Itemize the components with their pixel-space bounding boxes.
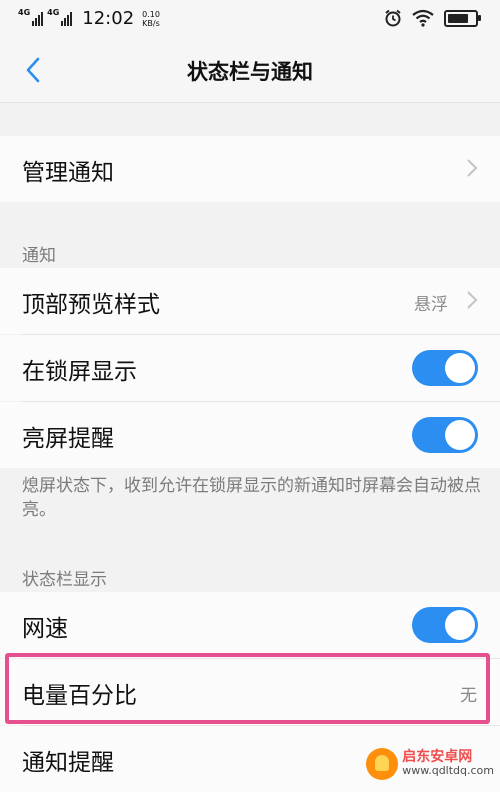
toggle-knob (445, 353, 475, 383)
watermark: 启东安卓网 www.qdltdq.com (366, 748, 494, 780)
battery-percentage-row[interactable]: 电量百分比 无 (0, 659, 500, 725)
wake-screen-row[interactable]: 亮屏提醒 (0, 402, 500, 468)
network-speed-unit: KB/s (142, 18, 160, 28)
battery-fill (448, 13, 468, 23)
wake-screen-note: 熄屏状态下，收到允许在锁屏显示的新通知时屏幕会自动被点亮。 (22, 476, 481, 520)
clock: 12:02 (82, 8, 135, 29)
toggle-knob (445, 610, 475, 640)
lockscreen-row[interactable]: 在锁屏显示 (0, 335, 500, 401)
signal-icon-2 (61, 11, 73, 26)
watermark-text: 启东安卓网 www.qdltdq.com (402, 750, 494, 778)
watermark-title: 启东安卓网 (402, 749, 473, 765)
lockscreen-toggle[interactable] (412, 350, 478, 386)
preview-style-value: 悬浮 (414, 295, 448, 315)
network-speed-row[interactable]: 网速 (0, 592, 500, 658)
battery-percentage-label: 电量百分比 (22, 683, 137, 709)
network-speed-toggle[interactable] (412, 607, 478, 643)
network-speed-value: 0.10 (142, 9, 160, 19)
network-speed: 0.10 KB/s (142, 10, 160, 28)
alarm-icon (385, 9, 401, 27)
preview-style-label: 顶部预览样式 (22, 292, 160, 318)
wake-screen-label: 亮屏提醒 (22, 426, 114, 452)
status-bar: 4G 4G 12:02 0.10 KB/s (0, 0, 500, 38)
toggle-knob (445, 420, 475, 450)
notification-reminder-label: 通知提醒 (22, 750, 114, 776)
wake-screen-toggle[interactable] (412, 417, 478, 453)
manage-notifications-label: 管理通知 (22, 160, 114, 186)
network-label-2: 4G (47, 8, 60, 17)
section-statusbar-title: 状态栏显示 (22, 570, 107, 590)
wifi-icon (412, 9, 434, 27)
chevron-right-icon (467, 291, 478, 309)
battery-icon (444, 9, 481, 27)
manage-notifications-row[interactable]: 管理通知 (0, 136, 500, 202)
chevron-right-icon (467, 159, 478, 177)
preview-style-row[interactable]: 顶部预览样式 悬浮 (0, 268, 500, 334)
signal-icon (32, 11, 44, 26)
title-bar: 状态栏与通知 (0, 38, 500, 103)
watermark-logo-icon (366, 748, 399, 780)
status-left: 4G 4G 12:02 0.10 KB/s (18, 8, 160, 29)
network-speed-label: 网速 (22, 616, 68, 642)
lockscreen-label: 在锁屏显示 (22, 359, 137, 385)
section-notification-title: 通知 (22, 246, 56, 266)
battery-percentage-value: 无 (460, 686, 477, 706)
watermark-url: www.qdltdq.com (402, 764, 494, 777)
page-title: 状态栏与通知 (187, 60, 313, 84)
network-label-1: 4G (18, 8, 31, 17)
status-right (384, 9, 481, 27)
